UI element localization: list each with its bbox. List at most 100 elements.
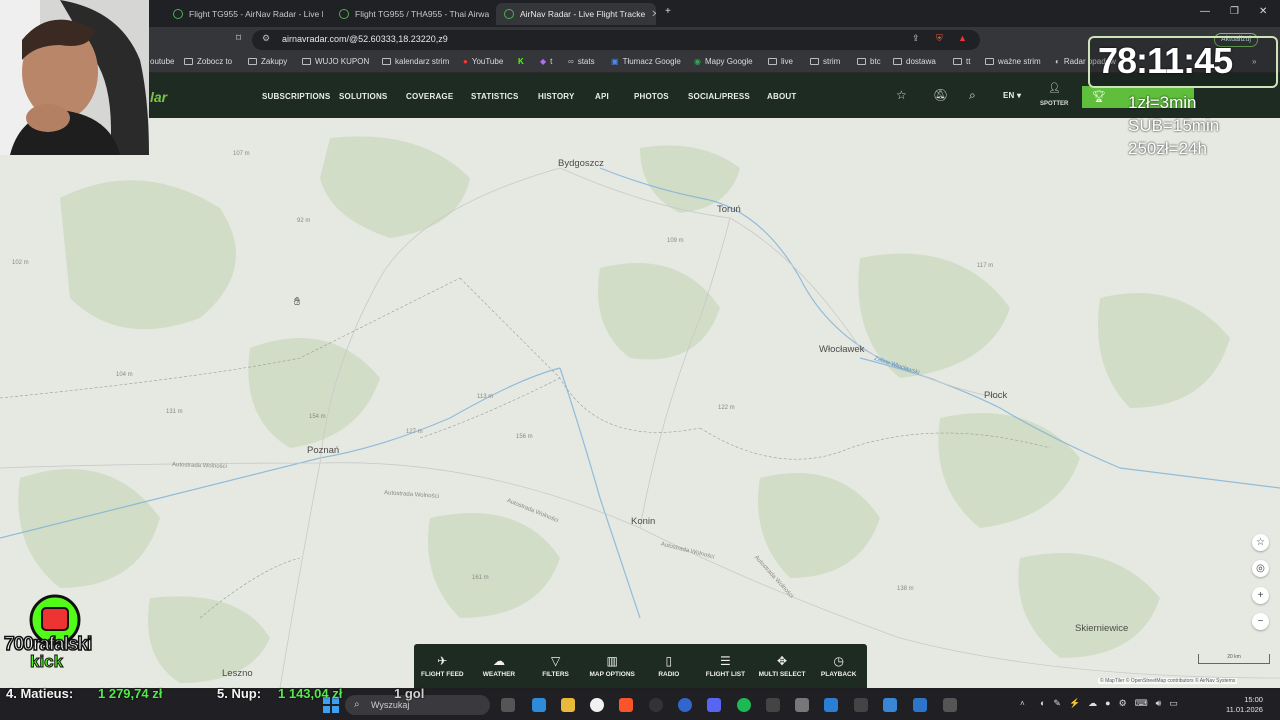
bookmark-wazne-strim[interactable]: ważne strim: [985, 57, 1041, 66]
brave-rewards-icon[interactable]: ▲: [958, 33, 967, 43]
rate-sub: SUB=15min: [1128, 116, 1220, 135]
weather-button[interactable]: ☁ WEATHER: [471, 644, 528, 688]
webcam-person-image: [0, 0, 149, 155]
bookmark-youtube[interactable]: ● YouTube: [463, 57, 503, 66]
language-selector[interactable]: EN ▾: [1003, 91, 1021, 100]
elevation-label: 127 m: [406, 429, 423, 435]
bookmark-mapy-google[interactable]: ◉ Mapy Google: [694, 57, 753, 66]
flight-list-button[interactable]: ☰ FLIGHT LIST: [697, 644, 754, 688]
webcam-overlay: [0, 0, 149, 155]
favorite-view-icon[interactable]: ☆: [1252, 534, 1269, 551]
tab-title: Flight TG955 / THA955 - Thai Airways: [355, 9, 489, 19]
site-info-icon[interactable]: ⚙: [262, 33, 270, 44]
youtube-icon: ●: [463, 57, 468, 66]
nav-coverage[interactable]: COVERAGE: [406, 92, 453, 101]
bookmark-stats[interactable]: ∞ stats: [568, 57, 595, 66]
elevation-label: 117 m: [977, 263, 994, 269]
elevation-label: 154 m: [309, 414, 326, 420]
folder-icon: [184, 58, 193, 65]
tab-airnav-radar[interactable]: AirNav Radar - Live Flight Tracke ✕: [496, 3, 656, 25]
folder-icon: [382, 58, 391, 65]
maps-pin-icon: ◉: [694, 57, 701, 66]
close-window-icon[interactable]: ✕: [1259, 6, 1267, 17]
bookmark-btc[interactable]: btc: [857, 57, 881, 66]
tab-flight-tg955-airnav[interactable]: Flight TG955 - AirNav Radar - Live Fl: [165, 3, 323, 25]
multi-select-button[interactable]: ✥ MULTI SELECT: [754, 644, 811, 688]
elevation-label: 104 m: [116, 372, 133, 378]
spotter-label[interactable]: SPOTTER: [1040, 101, 1068, 107]
zoom-out-icon[interactable]: −: [1252, 613, 1269, 630]
kick-icon: K: [518, 57, 524, 66]
airnav-favicon-icon: [339, 9, 349, 19]
nav-history[interactable]: HISTORY: [538, 92, 575, 101]
nav-api[interactable]: API: [595, 92, 609, 101]
bookmark-live[interactable]: live: [768, 57, 793, 66]
folder-icon: [768, 58, 777, 65]
tab-title: Flight TG955 - AirNav Radar - Live Fl: [189, 9, 323, 19]
bookmark-strim[interactable]: strim: [810, 57, 840, 66]
brave-shield-icon[interactable]: ⛨: [936, 33, 943, 44]
url-field[interactable]: ⚙ airnavradar.com/@52.60333,18.23220,z9 …: [252, 30, 980, 50]
elevation-label: 113 m: [477, 394, 494, 400]
map-icon: ▥: [606, 653, 618, 668]
elevation-label: 122 m: [718, 405, 735, 411]
map-attribution[interactable]: © MapTiler © OpenStreetMap contributors …: [1098, 678, 1238, 684]
nav-solutions[interactable]: SOLUTIONS: [339, 92, 387, 101]
playback-button[interactable]: ◷ PLAYBACK: [810, 644, 867, 688]
close-tab-icon[interactable]: ✕: [651, 9, 656, 20]
spotter-user-icon[interactable]: 👤︎: [1048, 83, 1061, 94]
bookmark-icon[interactable]: ⌑: [236, 33, 241, 44]
city-label-skierniewice: Skierniewice: [1075, 623, 1129, 634]
bookmark-tt[interactable]: tt: [953, 57, 970, 66]
folder-icon: [810, 58, 819, 65]
airnav-favicon-icon: [173, 9, 183, 19]
elevation-label: 156 m: [516, 434, 533, 440]
city-label-konin: Konin: [631, 516, 656, 527]
folder-icon: [248, 58, 257, 65]
browser-tab-bar: Flight TG955 - AirNav Radar - Live Fl Fl…: [0, 0, 1280, 27]
folder-icon: [893, 58, 902, 65]
share-icon[interactable]: ⇪: [912, 33, 920, 44]
flight-feed-button[interactable]: ✈ FLIGHT FEED: [414, 644, 471, 688]
bookmark-zobocz-to[interactable]: Zobocz to: [184, 57, 232, 66]
bookmark-zakupy[interactable]: Zakupy: [248, 57, 287, 66]
filters-button[interactable]: ▽ FILTERS: [527, 644, 584, 688]
bookmark-wujo-kupon[interactable]: WUJO KUPON: [302, 57, 369, 66]
multi-select-icon: ✥: [777, 653, 788, 668]
airnav-logo[interactable]: lar: [150, 89, 167, 105]
bookmark-dostawa[interactable]: dostawa: [893, 57, 936, 66]
bookmark-youtube-partial[interactable]: outube: [150, 57, 174, 66]
bookmark-kalendarz-strim[interactable]: kalendarz strim: [382, 57, 449, 66]
folder-icon: [985, 58, 994, 65]
elevation-label: 138 m: [897, 586, 914, 592]
map-options-button[interactable]: ▥ MAP OPTIONS: [584, 644, 641, 688]
hand-cursor-icon: ✋︎: [294, 296, 301, 308]
nav-photos[interactable]: PHOTOS: [634, 92, 669, 101]
radio-button[interactable]: ▯ RADIO: [641, 644, 698, 688]
minimize-icon[interactable]: —: [1200, 6, 1210, 17]
bookmark-kick[interactable]: K: [518, 57, 524, 66]
zoom-in-icon[interactable]: +: [1252, 587, 1269, 604]
bookmark-t[interactable]: ◆ t: [540, 57, 552, 66]
elevation-label: 102 m: [12, 260, 29, 266]
playback-icon: ◷: [833, 653, 844, 668]
flight-map[interactable]: Bydgoszcz Toruń Włocławek Płock Poznań K…: [0, 118, 1280, 688]
city-label-torun: Toruń: [717, 204, 741, 215]
search-icon[interactable]: ⌕: [969, 88, 976, 103]
maximize-icon[interactable]: ❐: [1230, 6, 1239, 17]
notifications-off-icon[interactable]: 🔕︎: [933, 88, 948, 102]
locate-me-icon[interactable]: ◎: [1252, 560, 1269, 577]
nav-social-press[interactable]: SOCIAL/PRESS: [688, 92, 750, 101]
bookmark-tlumacz-google[interactable]: ▣ Tłumacz Google: [611, 57, 681, 66]
nav-subscriptions[interactable]: SUBSCRIPTIONS: [262, 92, 330, 101]
nav-about[interactable]: ABOUT: [767, 92, 796, 101]
ticker-entry-name: 4. Matieus:: [6, 686, 74, 701]
link-icon: ∞: [568, 57, 574, 66]
favorites-star-icon[interactable]: ☆: [896, 88, 907, 102]
tab-flight-tg955-thai[interactable]: Flight TG955 / THA955 - Thai Airways: [331, 3, 489, 25]
radar-icon: ◐: [1055, 57, 1060, 66]
city-label-wloclawek: Włocławek: [819, 344, 865, 355]
city-label-poznan: Poznań: [307, 445, 340, 456]
new-tab-icon[interactable]: +: [665, 6, 671, 17]
nav-statistics[interactable]: STATISTICS: [471, 92, 518, 101]
